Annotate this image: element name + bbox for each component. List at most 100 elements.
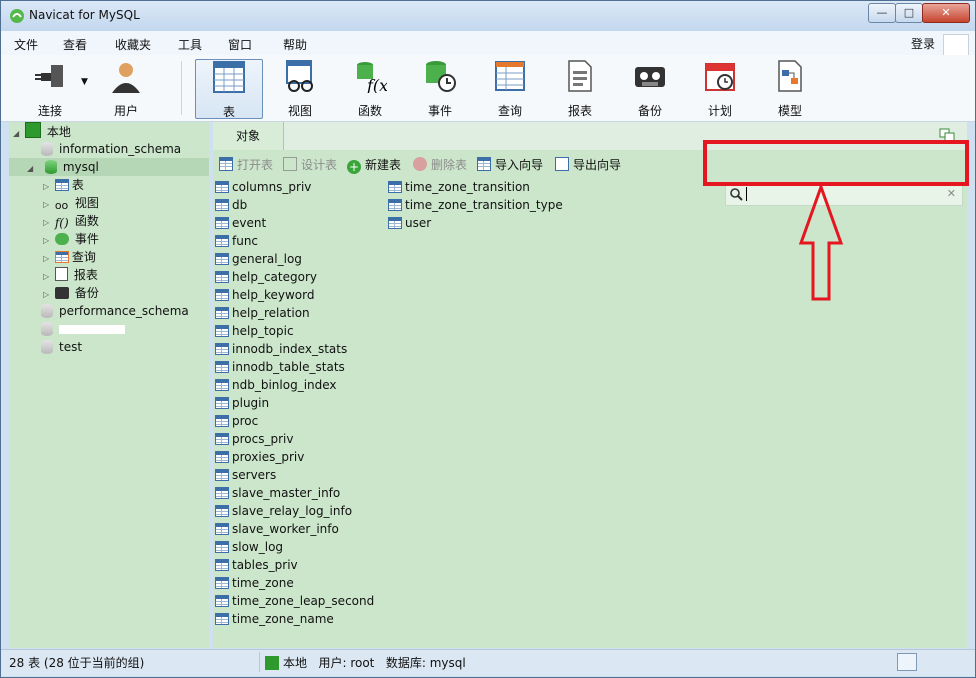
table-list-item[interactable]: plugin (215, 394, 269, 412)
tree-item-reports[interactable]: ▷ 报表 (43, 266, 98, 284)
toolbar-user-button[interactable]: 用户 (93, 59, 159, 118)
tree-item-events[interactable]: ▷ 事件 (43, 230, 99, 248)
table-list-item[interactable]: proxies_priv (215, 448, 304, 466)
table-icon (388, 199, 402, 211)
function-icon: f() (54, 216, 69, 230)
list-view-icon[interactable] (897, 653, 917, 671)
close-button[interactable]: ✕ (922, 3, 970, 23)
maximize-button[interactable]: □ (895, 3, 923, 23)
tree-item-backups[interactable]: ▷ 备份 (43, 284, 99, 302)
table-list-item[interactable]: time_zone_transition_type (388, 196, 563, 214)
tree-db-information-schema[interactable]: information_schema (41, 140, 181, 158)
table-name: ndb_binlog_index (232, 378, 337, 392)
arrow-up-annotation-icon (798, 183, 844, 301)
tree-db-performance-schema[interactable]: performance_schema (41, 302, 189, 320)
tree-item-queries[interactable]: ▷ 查询 (43, 248, 96, 266)
open-table-icon (219, 157, 233, 171)
tab-objects[interactable]: 对象 (213, 122, 284, 150)
table-list-item[interactable]: user (388, 214, 431, 232)
table-list-item[interactable]: slave_master_info (215, 484, 340, 502)
table-list-item[interactable]: time_zone_name (215, 610, 334, 628)
toolbar-model-button[interactable]: 模型 (757, 59, 823, 118)
table-list-item[interactable]: servers (215, 466, 276, 484)
toolbar-backup-label: 备份 (637, 104, 662, 118)
table-list-item[interactable]: db (215, 196, 247, 214)
table-list-item[interactable]: slow_log (215, 538, 283, 556)
table-list-item[interactable]: help_keyword (215, 286, 314, 304)
toolbar-user-label: 用户 (113, 104, 138, 118)
menu-help[interactable]: 帮助 (283, 36, 307, 53)
tree-db-label: mysql (62, 160, 99, 174)
table-list-item[interactable]: help_category (215, 268, 317, 286)
tree-item-label: 备份 (74, 286, 99, 300)
tree-db-redacted[interactable] (41, 320, 125, 338)
table-name: slave_relay_log_info (232, 504, 353, 518)
open-table-button[interactable]: 打开表 (219, 156, 273, 174)
tree-db-test[interactable]: test (41, 338, 82, 356)
status-database: 数据库: mysql (385, 656, 466, 670)
table-name: servers (232, 468, 277, 482)
toolbar-query-button[interactable]: 查询 (477, 59, 543, 118)
table-list-item[interactable]: procs_priv (215, 430, 293, 448)
export-wizard-button[interactable]: 导出向导 (555, 156, 621, 174)
database-icon (41, 142, 53, 156)
table-list-item[interactable]: help_topic (215, 322, 294, 340)
menu-favorites[interactable]: 收藏夹 (115, 36, 151, 53)
tree-item-views[interactable]: ▷ oo 视图 (43, 194, 99, 212)
connection-tree: ◢ 本地 information_schema ◢ mysql ▷ 表 ▷ oo… (9, 122, 209, 648)
table-list-item[interactable]: ndb_binlog_index (215, 376, 337, 394)
new-table-button[interactable]: + 新建表 (347, 156, 401, 174)
collapse-arrow-icon[interactable]: ◢ (27, 160, 35, 178)
connect-dropdown-arrow-icon[interactable]: ▼ (81, 77, 88, 87)
menu-view[interactable]: 查看 (63, 36, 87, 53)
toolbar-view-button[interactable]: 视图 (267, 59, 333, 118)
import-icon (477, 157, 491, 171)
toolbar-report-button[interactable]: 报表 (547, 59, 613, 118)
view-glasses-icon: oo (54, 199, 69, 212)
table-list-item[interactable]: time_zone (215, 574, 294, 592)
toolbar-backup-button[interactable]: 备份 (617, 59, 683, 118)
toolbar-connect-button[interactable]: 连接 (17, 59, 83, 118)
minimize-button[interactable]: — (868, 3, 896, 23)
toolbar-function-button[interactable]: f(x) 函数 (337, 59, 403, 118)
table-icon (215, 181, 229, 193)
table-list-item[interactable]: help_relation (215, 304, 310, 322)
toolbar-table-button[interactable]: 表 (195, 59, 263, 119)
table-list-item[interactable]: func (215, 232, 258, 250)
table-list-item[interactable]: proc (215, 412, 258, 430)
delete-table-button[interactable]: 删除表 (413, 156, 467, 174)
table-icon (215, 559, 229, 571)
schedule-calendar-icon (705, 63, 735, 91)
table-list-item[interactable]: innodb_index_stats (215, 340, 347, 358)
tree-item-tables[interactable]: ▷ 表 (43, 176, 84, 194)
status-table-count: 28 表 (28 位于当前的组) (9, 656, 145, 670)
tree-db-mysql[interactable]: ◢ mysql (9, 158, 209, 176)
menu-window[interactable]: 窗口 (228, 36, 252, 53)
report-icon (54, 267, 68, 281)
table-list-item[interactable]: time_zone_leap_second (215, 592, 374, 610)
import-wizard-label: 导入向导 (495, 158, 544, 172)
toolbar-schedule-button[interactable]: 计划 (687, 59, 753, 118)
table-list-item[interactable]: innodb_table_stats (215, 358, 345, 376)
table-list-item[interactable]: slave_worker_info (215, 520, 339, 538)
menu-file[interactable]: 文件 (14, 36, 38, 53)
design-table-button[interactable]: 设计表 (283, 156, 337, 174)
collapse-arrow-icon[interactable]: ◢ (13, 125, 21, 143)
clear-search-icon[interactable]: ✕ (947, 187, 956, 200)
table-list-item[interactable]: tables_priv (215, 556, 298, 574)
tree-item-functions[interactable]: ▷ f() 函数 (43, 212, 99, 230)
table-list-item[interactable]: columns_priv (215, 178, 311, 196)
tree-root-local[interactable]: ◢ 本地 (13, 122, 71, 140)
menu-tools[interactable]: 工具 (178, 36, 202, 53)
er-view-icon[interactable] (943, 653, 963, 671)
table-list-item[interactable]: slave_relay_log_info (215, 502, 352, 520)
new-table-label: 新建表 (365, 158, 402, 172)
import-wizard-button[interactable]: 导入向导 (477, 156, 543, 174)
detail-view-icon[interactable] (920, 653, 940, 671)
status-connection: 本地 (283, 656, 308, 670)
table-list-item[interactable]: general_log (215, 250, 302, 268)
table-list-item[interactable]: event (215, 214, 266, 232)
table-list-item[interactable]: time_zone_transition (388, 178, 530, 196)
toolbar-event-button[interactable]: 事件 (407, 59, 473, 118)
login-link[interactable]: 登录 (911, 35, 935, 52)
